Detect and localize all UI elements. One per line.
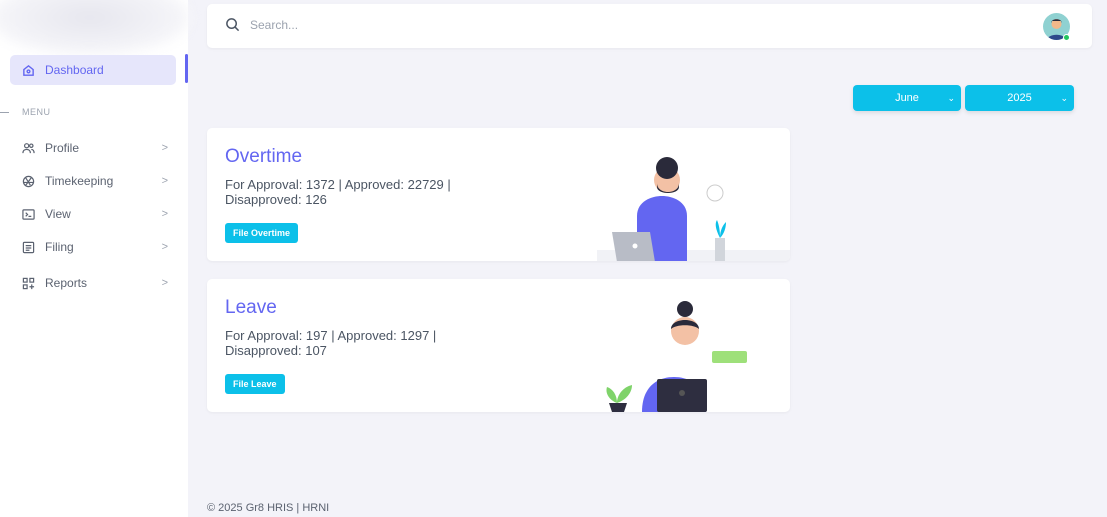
- sidebar-item-filing[interactable]: Filing >: [22, 240, 168, 254]
- sidebar-item-label: Dashboard: [45, 63, 104, 77]
- sidebar-item-label: View: [45, 207, 71, 221]
- chevron-right-icon: >: [161, 175, 168, 187]
- year-value: 2025: [1007, 92, 1032, 104]
- sidebar-item-label: Profile: [45, 141, 80, 155]
- terminal-icon: [22, 208, 35, 220]
- sidebar-item-view[interactable]: View >: [22, 207, 168, 221]
- search-input[interactable]: Search...: [225, 17, 298, 32]
- sidebar: Dashboard MENU Profile > Timekeeping > Vie…: [0, 0, 190, 517]
- sidebar-item-label: Filing: [45, 240, 74, 254]
- aperture-icon: [22, 175, 35, 187]
- card-stats: For Approval: 197 | Approved: 1297 | Dis…: [225, 328, 437, 358]
- chevron-right-icon: >: [161, 277, 168, 289]
- top-bar: Search...: [207, 4, 1092, 48]
- chevron-down-icon: ⌄: [947, 92, 955, 103]
- active-indicator: [185, 54, 188, 83]
- sidebar-item-label: Timekeeping: [45, 174, 114, 188]
- card-title: Overtime: [225, 146, 303, 167]
- month-value: June: [895, 92, 919, 104]
- grid-plus-icon: [22, 277, 35, 289]
- sidebar-item-dashboard[interactable]: Dashboard: [10, 55, 176, 85]
- document-icon: [22, 241, 35, 253]
- overtime-card: Overtime For Approval: 1372 | Approved: …: [207, 128, 790, 261]
- chevron-right-icon: >: [161, 208, 168, 220]
- leave-illustration: [606, 301, 747, 412]
- chevron-down-icon: ⌄: [1060, 92, 1068, 103]
- users-icon: [22, 142, 35, 153]
- sidebar-item-label: Reports: [45, 276, 88, 290]
- chevron-right-icon: >: [161, 241, 168, 253]
- logo: [0, 0, 190, 55]
- online-status-dot: [1063, 34, 1070, 41]
- home-icon: [23, 64, 34, 76]
- year-select[interactable]: 2025 ⌄: [965, 85, 1074, 111]
- sidebar-item-reports[interactable]: Reports >: [22, 276, 168, 290]
- menu-heading: MENU: [22, 107, 51, 117]
- month-select[interactable]: June ⌄: [853, 85, 961, 111]
- sidebar-item-timekeeping[interactable]: Timekeeping >: [22, 174, 168, 188]
- leave-card: Leave For Approval: 197 | Approved: 1297…: [207, 279, 790, 412]
- chevron-right-icon: >: [161, 142, 168, 154]
- card-title: Leave: [225, 297, 277, 318]
- sidebar-item-profile[interactable]: Profile >: [22, 141, 168, 155]
- file-leave-button[interactable]: File Leave: [225, 374, 285, 394]
- card-stats: For Approval: 1372 | Approved: 22729 | D…: [225, 177, 451, 207]
- divider: [0, 112, 9, 113]
- overtime-illustration: [597, 157, 790, 261]
- footer-copyright: © 2025 Gr8 HRIS | HRNI: [207, 502, 330, 514]
- search-icon: [226, 18, 240, 32]
- search-placeholder: Search...: [250, 17, 299, 32]
- file-overtime-button[interactable]: File Overtime: [225, 223, 299, 243]
